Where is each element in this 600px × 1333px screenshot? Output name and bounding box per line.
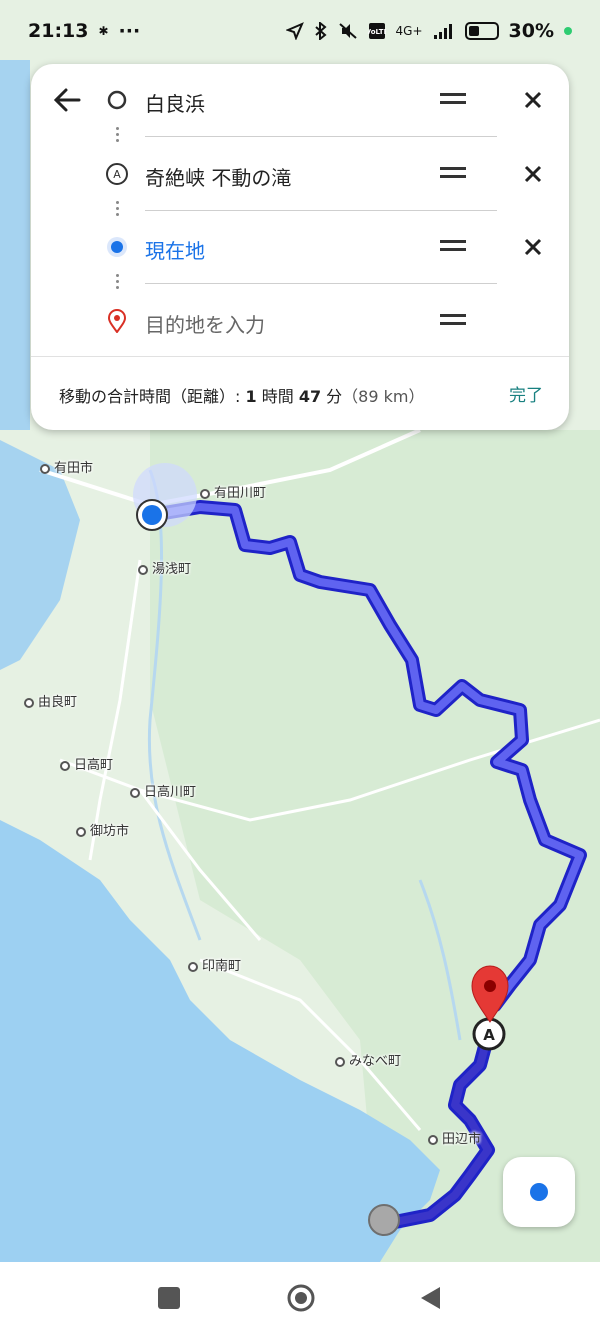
waypoint-a-icon: A <box>106 163 128 185</box>
stop-row-current[interactable]: 現在地 <box>31 211 569 283</box>
signal-icon <box>433 24 452 39</box>
map-label-hidaka: 日高町 <box>60 754 113 773</box>
drag-handle-icon[interactable] <box>440 237 466 255</box>
more-icon: ··· <box>118 20 141 42</box>
route-summary: 移動の合計時間（距離）: 1 時間 47 分（89 km） <box>59 383 424 407</box>
current-location-icon <box>107 237 127 257</box>
map-label-inami: 印南町 <box>188 955 241 974</box>
battery-percent: 30% <box>508 20 554 42</box>
network-type: 4G+ <box>395 24 423 38</box>
summary-hours-unit: 時間 <box>256 387 299 406</box>
stop-row-destination[interactable]: 目的地を入力 <box>31 285 569 357</box>
battery-dot-icon <box>564 27 572 35</box>
status-bar: 21:13 ✱ ··· VoLTE 4G+ 30% <box>0 0 600 62</box>
stop-row-origin[interactable]: 白良浜 <box>31 64 569 136</box>
weibo-icon: ✱ <box>98 24 109 38</box>
system-nav-bar <box>0 1262 600 1333</box>
summary-prefix: 移動の合計時間（距離）: <box>59 387 246 406</box>
drag-handle-icon[interactable] <box>440 90 466 108</box>
stop-label-origin[interactable]: 白良浜 <box>145 88 205 117</box>
summary-minutes: 47 <box>298 387 322 406</box>
stop-row-waypoint[interactable]: A 奇絶峡 不動の滝 <box>31 138 569 210</box>
remove-stop-icon[interactable] <box>523 237 543 257</box>
svg-text:VoLTE: VoLTE <box>368 28 386 36</box>
location-arrow-icon <box>285 22 304 40</box>
recents-square-icon[interactable] <box>156 1285 182 1311</box>
origin-circle-icon <box>107 90 127 110</box>
map-label-arida: 有田市 <box>40 457 93 476</box>
map-label-hidakagawa: 日高川町 <box>130 781 196 800</box>
drag-handle-icon[interactable] <box>440 311 466 329</box>
map-label-tanabe: 田辺市 <box>428 1128 481 1147</box>
panel-divider <box>31 356 569 357</box>
back-triangle-icon[interactable] <box>418 1285 444 1311</box>
directions-panel: 白良浜 A 奇絶峡 不動の滝 現在地 目的地を入力 移動の合計時間（距離）: 1… <box>31 64 569 430</box>
map-label-gobo: 御坊市 <box>76 820 129 839</box>
volte-icon: VoLTE <box>368 23 386 39</box>
mute-icon <box>338 23 357 39</box>
map-label-minabe: みなべ町 <box>335 1050 401 1069</box>
summary-hours: 1 <box>245 387 257 406</box>
origin-marker <box>368 1204 400 1236</box>
battery-icon <box>464 22 499 40</box>
remove-stop-icon[interactable] <box>523 90 543 110</box>
row-divider <box>145 136 497 137</box>
row-divider <box>145 283 497 284</box>
summary-distance: （89 km） <box>342 387 425 406</box>
drag-handle-icon[interactable] <box>440 164 466 182</box>
destination-input[interactable]: 目的地を入力 <box>145 309 265 338</box>
summary-minutes-unit: 分 <box>321 387 343 406</box>
bluetooth-icon <box>314 22 327 40</box>
remove-stop-icon[interactable] <box>523 164 543 184</box>
svg-text:A: A <box>113 168 121 181</box>
stop-label-current[interactable]: 現在地 <box>145 235 205 264</box>
svg-text:A: A <box>483 1026 495 1044</box>
map-label-aridagawa: 有田川町 <box>200 482 266 501</box>
done-button[interactable]: 完了 <box>509 381 543 406</box>
home-circle-icon[interactable] <box>286 1283 316 1313</box>
my-location-button[interactable] <box>503 1157 575 1227</box>
destination-pin-icon <box>107 309 127 333</box>
status-time: 21:13 <box>28 20 89 42</box>
my-location-icon <box>530 1183 548 1201</box>
stop-label-waypoint[interactable]: 奇絶峡 不動の滝 <box>145 162 291 191</box>
map-label-yuasa: 湯浅町 <box>138 558 191 577</box>
map-label-yura: 由良町 <box>24 691 77 710</box>
